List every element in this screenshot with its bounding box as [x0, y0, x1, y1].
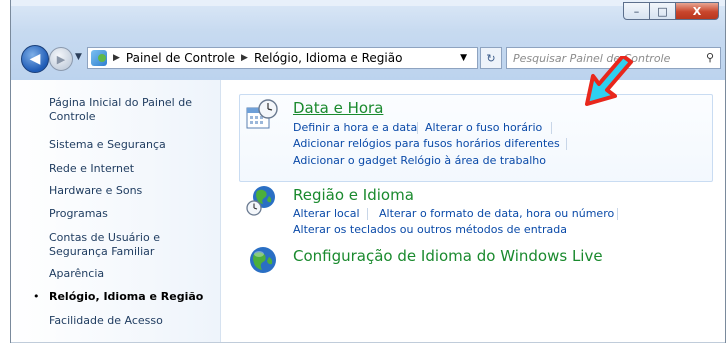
back-button[interactable]: ◀ — [21, 45, 49, 73]
sidebar-item-clock-language-region[interactable]: Relógio, Idioma e Região — [49, 290, 203, 304]
close-button[interactable]: X — [675, 2, 719, 20]
sidebar: Página Inicial do Painel de Controle Sis… — [11, 80, 221, 343]
link-adicionar-relogios[interactable]: Adicionar relógios para fusos horários d… — [293, 137, 560, 150]
sidebar-item-appearance[interactable]: Aparência — [49, 267, 104, 281]
breadcrumb-painel-de-controle[interactable]: Painel de Controle — [126, 51, 235, 65]
category-title-idioma-windows-live[interactable]: Configuração de Idioma do Windows Live — [293, 247, 603, 265]
forward-button[interactable]: ▶ — [49, 47, 73, 71]
window-controls: – □ X — [623, 2, 719, 20]
search-icon[interactable]: ⚲ — [706, 51, 714, 64]
link-adicionar-gadget-relogio[interactable]: Adicionar o gadget Relógio à área de tra… — [293, 154, 546, 167]
category-title-regiao-e-idioma[interactable]: Região e Idioma — [293, 186, 414, 204]
link-separator — [417, 122, 418, 134]
chevron-right-icon[interactable]: ▶ — [241, 53, 248, 63]
link-alterar-local[interactable]: Alterar local — [293, 207, 360, 220]
chevron-right-icon[interactable]: ▶ — [113, 53, 120, 63]
minimize-button[interactable]: – — [623, 2, 650, 20]
close-icon: X — [692, 4, 702, 18]
link-separator — [551, 122, 552, 134]
globe-icon — [250, 247, 276, 273]
address-bar[interactable]: ▶ Painel de Controle ▶ Relógio, Idioma e… — [87, 47, 478, 69]
maximize-icon: □ — [657, 4, 668, 18]
breadcrumb-relogio-idioma-regiao[interactable]: Relógio, Idioma e Região — [254, 51, 403, 65]
link-alterar-fuso-horario[interactable]: Alterar o fuso horário — [425, 121, 542, 134]
maximize-button[interactable]: □ — [649, 2, 676, 20]
link-definir-hora-data[interactable]: Definir a hora e a data — [293, 121, 417, 134]
control-panel-icon — [91, 50, 107, 66]
forward-arrow-icon: ▶ — [56, 52, 66, 66]
main-content: Data e Hora Definir a hora e a data Alte… — [221, 56, 725, 343]
recent-pages-dropdown[interactable]: ▼ — [75, 52, 82, 62]
link-separator — [566, 138, 567, 150]
control-panel-window: – □ X ◀ ▶ ▼ ▶ Painel de Controle ▶ Relóg… — [10, 0, 726, 343]
link-alterar-teclados[interactable]: Alterar os teclados ou outros métodos de… — [293, 223, 567, 236]
globe-clock-icon — [246, 186, 275, 216]
sidebar-item-programs[interactable]: Programas — [49, 207, 108, 221]
sidebar-item-user-accounts[interactable]: Contas de Usuário e Segurança Familiar — [49, 231, 219, 259]
sidebar-item-system-security[interactable]: Sistema e Segurança — [49, 138, 166, 152]
category-title-data-e-hora[interactable]: Data e Hora — [293, 99, 383, 117]
minimize-icon: – — [633, 4, 640, 18]
link-separator — [367, 208, 368, 220]
sidebar-item-accessibility[interactable]: Facilidade de Acesso — [49, 314, 163, 328]
annotation-arrow-icon — [585, 56, 633, 106]
link-alterar-formato-data[interactable]: Alterar o formato de data, hora ou númer… — [379, 207, 614, 220]
refresh-icon: ↻ — [486, 51, 496, 65]
address-dropdown-icon[interactable]: ▼ — [460, 53, 467, 63]
sidebar-item-hardware[interactable]: Hardware e Sons — [49, 184, 142, 198]
clock-calendar-icon — [246, 99, 278, 129]
sidebar-item-network[interactable]: Rede e Internet — [49, 162, 134, 176]
active-bullet-icon: • — [33, 290, 40, 303]
link-separator — [617, 208, 618, 220]
sidebar-item-home[interactable]: Página Inicial do Painel de Controle — [49, 96, 209, 124]
back-arrow-icon: ◀ — [29, 51, 41, 67]
refresh-button[interactable]: ↻ — [480, 47, 502, 69]
title-bar — [11, 0, 725, 6]
